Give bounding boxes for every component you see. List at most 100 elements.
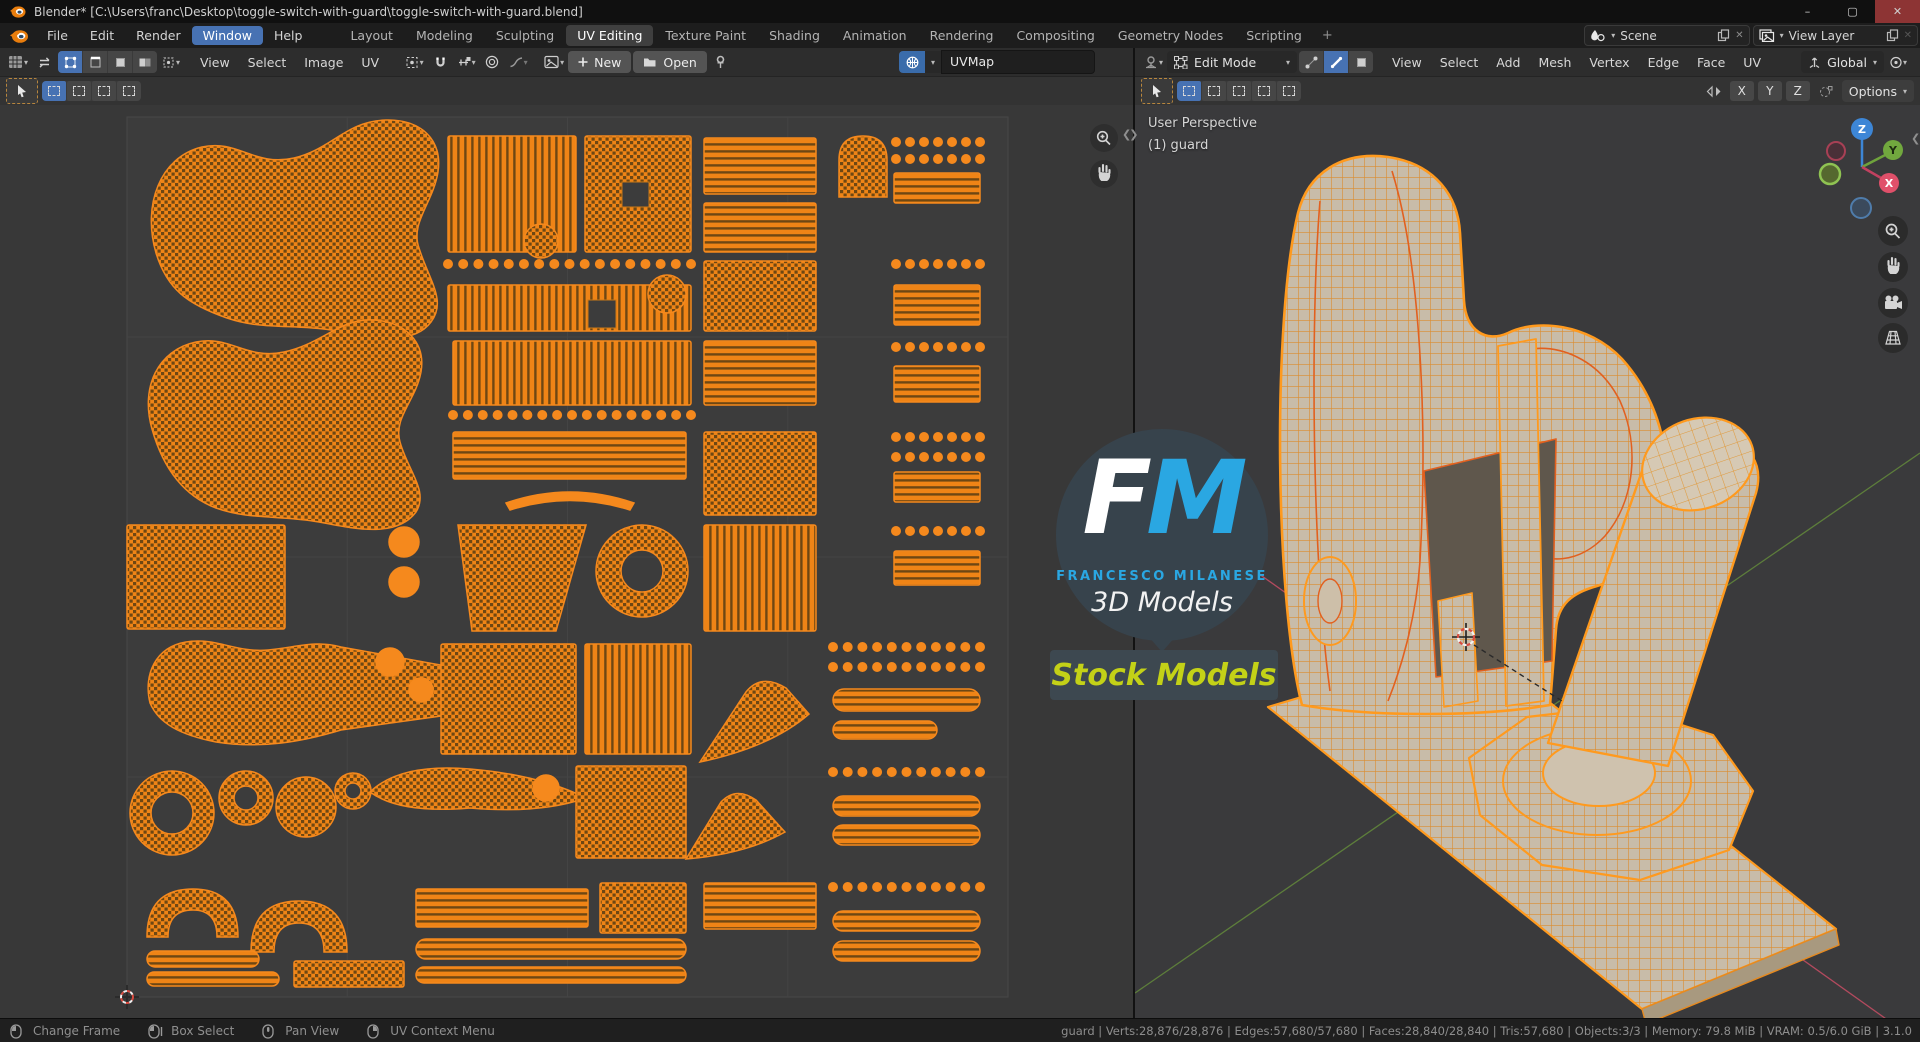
uv-select-mode-edge[interactable] <box>83 51 107 73</box>
select-mode-face[interactable] <box>1349 51 1373 73</box>
add-workspace-button[interactable]: + <box>1314 28 1341 43</box>
uv-proportional-edit-toggle[interactable] <box>480 51 504 73</box>
vp-menu-view[interactable]: View <box>1383 53 1431 72</box>
uv-sync-selection-toggle[interactable] <box>32 51 56 73</box>
vp-select-op-extend[interactable] <box>1202 81 1226 101</box>
view-layer-name: View Layer <box>1789 29 1881 43</box>
uv-select-op-extend[interactable] <box>67 81 91 101</box>
edit-mode-icon <box>1174 56 1188 69</box>
vp-menu-vertex[interactable]: Vertex <box>1580 53 1638 72</box>
vp-select-op-new[interactable] <box>1177 81 1201 101</box>
mirror-z-button[interactable]: Z <box>1786 81 1810 101</box>
copy-icon[interactable] <box>1717 29 1730 42</box>
menu-edit[interactable]: Edit <box>79 26 125 45</box>
copy-icon[interactable] <box>1886 29 1899 42</box>
uv-active-tool-select-box[interactable] <box>6 78 38 104</box>
uv-canvas[interactable] <box>0 105 1133 1018</box>
close-button[interactable]: ✕ <box>1875 0 1920 23</box>
editor-type-dropdown[interactable]: ▾ <box>1141 51 1165 73</box>
remove-view-layer-icon[interactable]: ✕ <box>1904 30 1912 41</box>
uv-map-browse-dropdown[interactable]: ▾ <box>925 51 941 73</box>
uv-pan-button[interactable] <box>1090 160 1118 188</box>
minimize-button[interactable]: – <box>1785 0 1830 23</box>
menu-file[interactable]: File <box>36 26 79 45</box>
uv-pivot-dropdown[interactable]: ▾ <box>402 51 426 73</box>
tab-scripting[interactable]: Scripting <box>1235 25 1313 46</box>
uv-zoom-button[interactable] <box>1090 124 1118 152</box>
mirror-y-button[interactable]: Y <box>1758 81 1782 101</box>
vp-menu-mesh[interactable]: Mesh <box>1529 53 1580 72</box>
vp-pan-button[interactable] <box>1878 252 1908 282</box>
uv-select-op-invert[interactable] <box>117 81 141 101</box>
region-split-arrows[interactable]: ❮❯ <box>1122 128 1136 141</box>
tab-rendering[interactable]: Rendering <box>919 25 1005 46</box>
tab-animation[interactable]: Animation <box>832 25 918 46</box>
tab-modeling[interactable]: Modeling <box>405 25 484 46</box>
transform-orientation-dropdown[interactable]: Global ▾ <box>1801 51 1884 73</box>
vp-menu-select[interactable]: Select <box>1431 53 1488 72</box>
open-image-button[interactable]: Open <box>633 51 706 73</box>
uv-proportional-falloff-dropdown[interactable]: ▾ <box>506 51 530 73</box>
vp-perspective-button[interactable] <box>1878 323 1908 353</box>
tab-shading[interactable]: Shading <box>758 25 831 46</box>
vp-select-op-invert[interactable] <box>1252 81 1276 101</box>
select-mode-vertex[interactable] <box>1299 51 1323 73</box>
tab-uv-editing[interactable]: UV Editing <box>566 25 653 46</box>
uv-sticky-select-dropdown[interactable]: ▾ <box>159 51 183 73</box>
uv-select-mode-vertex[interactable] <box>58 51 82 73</box>
view-layer-selector[interactable]: ▾ View Layer ✕ <box>1753 25 1918 46</box>
uv-menu-select[interactable]: Select <box>239 53 296 72</box>
titlebar: Blender* [C:\Users\franc\Desktop\toggle-… <box>0 0 1920 23</box>
menu-window[interactable]: Window <box>192 26 263 45</box>
mirror-x-button[interactable]: X <box>1730 81 1754 101</box>
logo-subtitle: 3D Models <box>1056 587 1268 618</box>
uv-snap-target-dropdown[interactable]: ▾ <box>454 51 478 73</box>
vp-menu-add[interactable]: Add <box>1487 53 1529 72</box>
tab-geometry-nodes[interactable]: Geometry Nodes <box>1107 25 1234 46</box>
uv-select-mode-island[interactable] <box>133 51 157 73</box>
collapse-arrow[interactable]: ❮ <box>1911 132 1920 145</box>
select-mode-edge[interactable] <box>1324 51 1348 73</box>
uv-map-icon[interactable] <box>899 51 925 73</box>
image-browse-dropdown[interactable]: ▾ <box>542 51 566 73</box>
menu-render[interactable]: Render <box>125 26 192 45</box>
tab-sculpting[interactable]: Sculpting <box>485 25 565 46</box>
scene-selector[interactable]: ▾ Scene ✕ <box>1584 25 1749 46</box>
mode-dropdown[interactable]: Edit Mode ▾ <box>1167 51 1297 73</box>
pivot-point-dropdown[interactable]: ▾ <box>1886 51 1910 73</box>
snap-options-icon[interactable] <box>1814 80 1838 102</box>
uv-menu-view[interactable]: View <box>191 53 239 72</box>
uv-menu-image[interactable]: Image <box>295 53 352 72</box>
mirror-icon <box>1702 80 1726 102</box>
vp-menu-uv[interactable]: UV <box>1734 53 1770 72</box>
mouse-left-drag-icon <box>148 1024 164 1039</box>
vp-zoom-button[interactable] <box>1878 216 1908 246</box>
uv-select-op-subtract[interactable] <box>92 81 116 101</box>
maximize-button[interactable]: ▢ <box>1830 0 1875 23</box>
vp-camera-button[interactable] <box>1878 288 1908 318</box>
uv-map-name-field[interactable]: UVMap <box>941 50 1095 74</box>
vp-select-op-intersect[interactable] <box>1277 81 1301 101</box>
viewport-tool-settings: X Y Z Options▾ <box>1135 77 1920 105</box>
editor-type-dropdown[interactable]: ▾ <box>6 51 30 73</box>
uv-map-selector: ▾ UVMap <box>899 50 1095 74</box>
options-dropdown[interactable]: Options▾ <box>1842 80 1914 102</box>
vp-menu-edge[interactable]: Edge <box>1639 53 1688 72</box>
tab-compositing[interactable]: Compositing <box>1005 25 1105 46</box>
vp-active-tool-select-box[interactable] <box>1141 78 1173 104</box>
pin-icon[interactable] <box>709 51 733 73</box>
vp-menu-face[interactable]: Face <box>1688 53 1734 72</box>
uv-snap-toggle[interactable] <box>428 51 452 73</box>
tab-layout[interactable]: Layout <box>339 25 404 46</box>
blender-app-menu-icon[interactable] <box>8 28 30 44</box>
uv-menu-uv[interactable]: UV <box>352 53 388 72</box>
tab-texture-paint[interactable]: Texture Paint <box>654 25 757 46</box>
vp-select-op-subtract[interactable] <box>1227 81 1251 101</box>
uv-select-op-new[interactable] <box>42 81 66 101</box>
new-image-button[interactable]: New <box>568 51 631 73</box>
window-controls: – ▢ ✕ <box>1785 0 1920 23</box>
hint-pan-view: Pan View <box>262 1024 339 1039</box>
unlink-scene-icon[interactable]: ✕ <box>1735 30 1743 41</box>
uv-select-mode-face[interactable] <box>108 51 132 73</box>
menu-help[interactable]: Help <box>263 26 314 45</box>
